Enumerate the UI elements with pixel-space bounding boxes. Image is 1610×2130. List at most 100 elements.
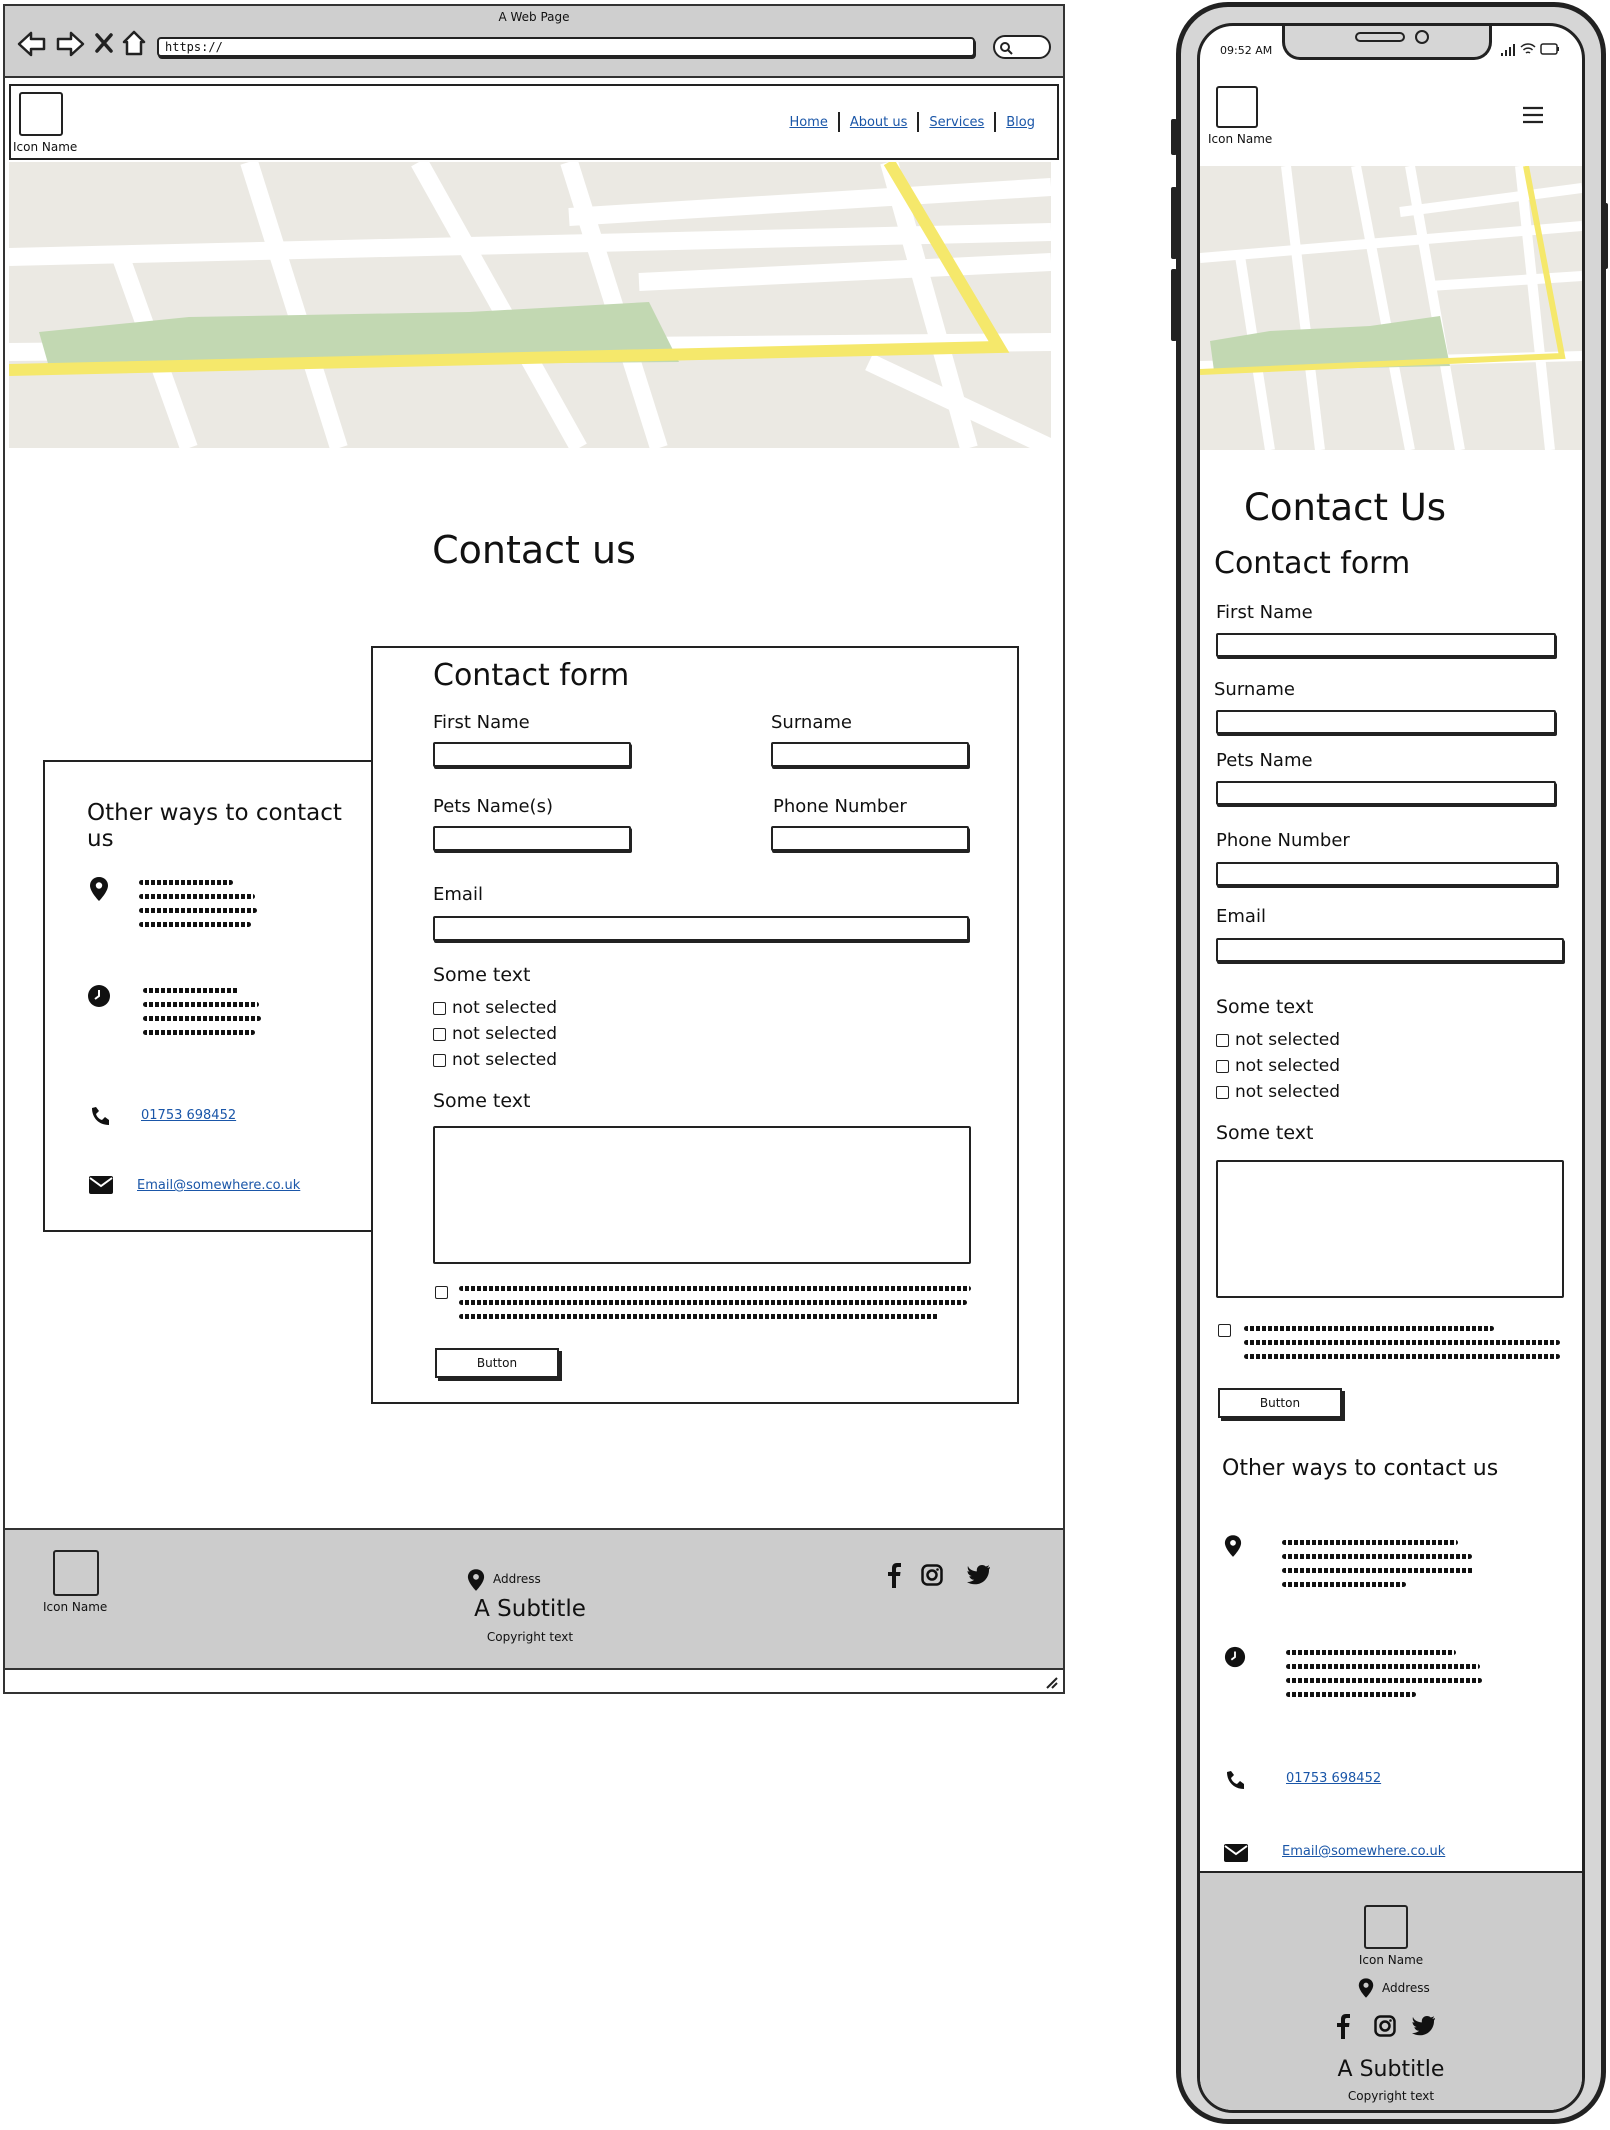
contact-form-card: Contact form First Name Surname Pets Nam… (371, 646, 1019, 1404)
form-title: Contact form (433, 658, 630, 693)
nav-services[interactable]: Services (929, 115, 984, 130)
checkbox[interactable] (433, 1053, 446, 1067)
desktop-browser-window: A Web Page https:// Icon Name Home About… (3, 4, 1065, 1694)
footer-address: Address (493, 1572, 541, 1586)
mobile-phone-link[interactable]: 01753 698452 (1286, 1771, 1381, 1786)
close-icon[interactable] (94, 32, 114, 54)
mobile-page-title: Contact Us (1244, 486, 1447, 529)
phone-number-input[interactable] (771, 826, 969, 851)
consent-checkbox[interactable] (435, 1286, 448, 1299)
first-name-input[interactable] (433, 742, 631, 767)
email-link[interactable]: Email@somewhere.co.uk (137, 1178, 300, 1193)
mobile-address-scribble (1282, 1540, 1482, 1587)
first-name-label: First Name (433, 712, 530, 733)
submit-button[interactable]: Button (435, 1348, 559, 1378)
location-pin-icon (1358, 1978, 1374, 1998)
other-ways-title: Other ways to contact us (87, 800, 342, 852)
checkbox[interactable] (433, 1001, 446, 1015)
mobile-phone-number-label: Phone Number (1216, 830, 1350, 851)
pets-name-label: Pets Name(s) (433, 796, 553, 817)
surname-input[interactable] (771, 742, 969, 767)
signal-icon (1501, 44, 1515, 56)
nav-divider (994, 112, 997, 132)
mobile-email-input[interactable] (1216, 938, 1564, 962)
checkbox-option[interactable]: not selected (433, 998, 557, 1018)
mobile-message-label: Some text (1216, 1122, 1314, 1144)
mobile-submit-button[interactable]: Button (1218, 1388, 1342, 1418)
email-input[interactable] (433, 916, 969, 941)
phone-notch (1282, 26, 1492, 60)
mobile-consent-checkbox[interactable] (1218, 1324, 1231, 1337)
pets-name-input[interactable] (433, 826, 631, 851)
mobile-consent-text-scribble (1244, 1326, 1564, 1359)
mobile-map-image (1200, 166, 1582, 450)
twitter-icon[interactable] (1412, 2015, 1436, 2037)
consent-text-scribble (459, 1286, 979, 1319)
mobile-message-textarea[interactable] (1216, 1160, 1564, 1298)
mobile-first-name-input[interactable] (1216, 633, 1556, 657)
phone-side-button (1602, 203, 1608, 269)
nav-about-us[interactable]: About us (850, 115, 908, 130)
mobile-other-ways-title: Other ways to contact us (1222, 1456, 1499, 1481)
twitter-icon[interactable] (967, 1564, 991, 1586)
mobile-screen: 09:52 AM Icon Name Contact Us Contact fo… (1197, 23, 1585, 2113)
mobile-logo-label: Icon Name (1208, 132, 1273, 146)
site-header: Icon Name Home About us Services Blog (9, 84, 1059, 160)
mobile-pets-name-input[interactable] (1216, 781, 1556, 805)
mobile-footer-logo-image[interactable] (1364, 1905, 1408, 1949)
mobile-surname-input[interactable] (1216, 710, 1556, 734)
mobile-email-link[interactable]: Email@somewhere.co.uk (1282, 1844, 1445, 1859)
mobile-checkbox-group: not selected not selected not selected (1216, 1030, 1340, 1102)
browser-search[interactable] (993, 35, 1051, 59)
mobile-phone-number-input[interactable] (1216, 862, 1558, 886)
mobile-pets-name-label: Pets Name (1216, 750, 1313, 771)
logo-image[interactable] (19, 92, 63, 136)
message-textarea[interactable] (433, 1126, 971, 1264)
clock-icon (1224, 1646, 1246, 1668)
mobile-footer-logo-label: Icon Name (1358, 1953, 1424, 1967)
facebook-icon[interactable] (1336, 2013, 1350, 2039)
resize-grip-icon[interactable] (1043, 1674, 1059, 1690)
mobile-logo-image[interactable] (1216, 86, 1258, 128)
forward-arrow-icon[interactable] (55, 30, 85, 58)
nav-home[interactable]: Home (789, 115, 827, 130)
checkbox-option[interactable]: not selected (1216, 1030, 1340, 1050)
instagram-icon[interactable] (1374, 2015, 1396, 2037)
facebook-icon[interactable] (887, 1562, 901, 1588)
checkbox-option[interactable]: not selected (433, 1024, 557, 1044)
site-footer: Icon Name Address A Subtitle Copyright t… (5, 1528, 1063, 1670)
mobile-footer-copyright: Copyright text (1347, 2089, 1435, 2103)
phone-side-button (1171, 269, 1177, 341)
checkbox-option[interactable]: not selected (433, 1050, 557, 1070)
hamburger-menu-icon[interactable] (1522, 106, 1544, 124)
window-title: A Web Page (498, 10, 570, 24)
status-time: 09:52 AM (1220, 44, 1273, 57)
checkbox-option[interactable]: not selected (1216, 1056, 1340, 1076)
instagram-icon[interactable] (921, 1564, 943, 1586)
checkbox[interactable] (1216, 1033, 1229, 1047)
nav-blog[interactable]: Blog (1006, 115, 1035, 130)
home-icon[interactable] (121, 29, 147, 57)
footer-logo-image[interactable] (53, 1550, 99, 1596)
phone-link[interactable]: 01753 698452 (141, 1108, 236, 1123)
search-icon (1000, 42, 1013, 55)
main-nav: Home About us Services Blog (789, 112, 1035, 132)
checkbox[interactable] (433, 1027, 446, 1041)
checkbox[interactable] (1216, 1059, 1229, 1073)
mobile-footer-address: Address (1382, 1981, 1430, 1995)
map-image (9, 162, 1051, 448)
wifi-icon (1520, 43, 1536, 54)
mobile-surname-label: Surname (1214, 679, 1295, 700)
phone-side-button (1171, 119, 1177, 155)
clock-icon (88, 985, 110, 1007)
other-ways-card: Other ways to contact us 01753 698452 Em… (43, 760, 375, 1232)
back-arrow-icon[interactable] (17, 30, 47, 58)
checkbox[interactable] (1216, 1085, 1229, 1099)
checkbox-option[interactable]: not selected (1216, 1082, 1340, 1102)
opening-hours-scribble (143, 988, 263, 1035)
mobile-form-title: Contact form (1214, 546, 1411, 581)
phone-icon (92, 1107, 109, 1125)
footer-subtitle: A Subtitle (474, 1596, 586, 1622)
address-scribble (139, 880, 259, 927)
url-bar[interactable]: https:// (157, 37, 975, 57)
